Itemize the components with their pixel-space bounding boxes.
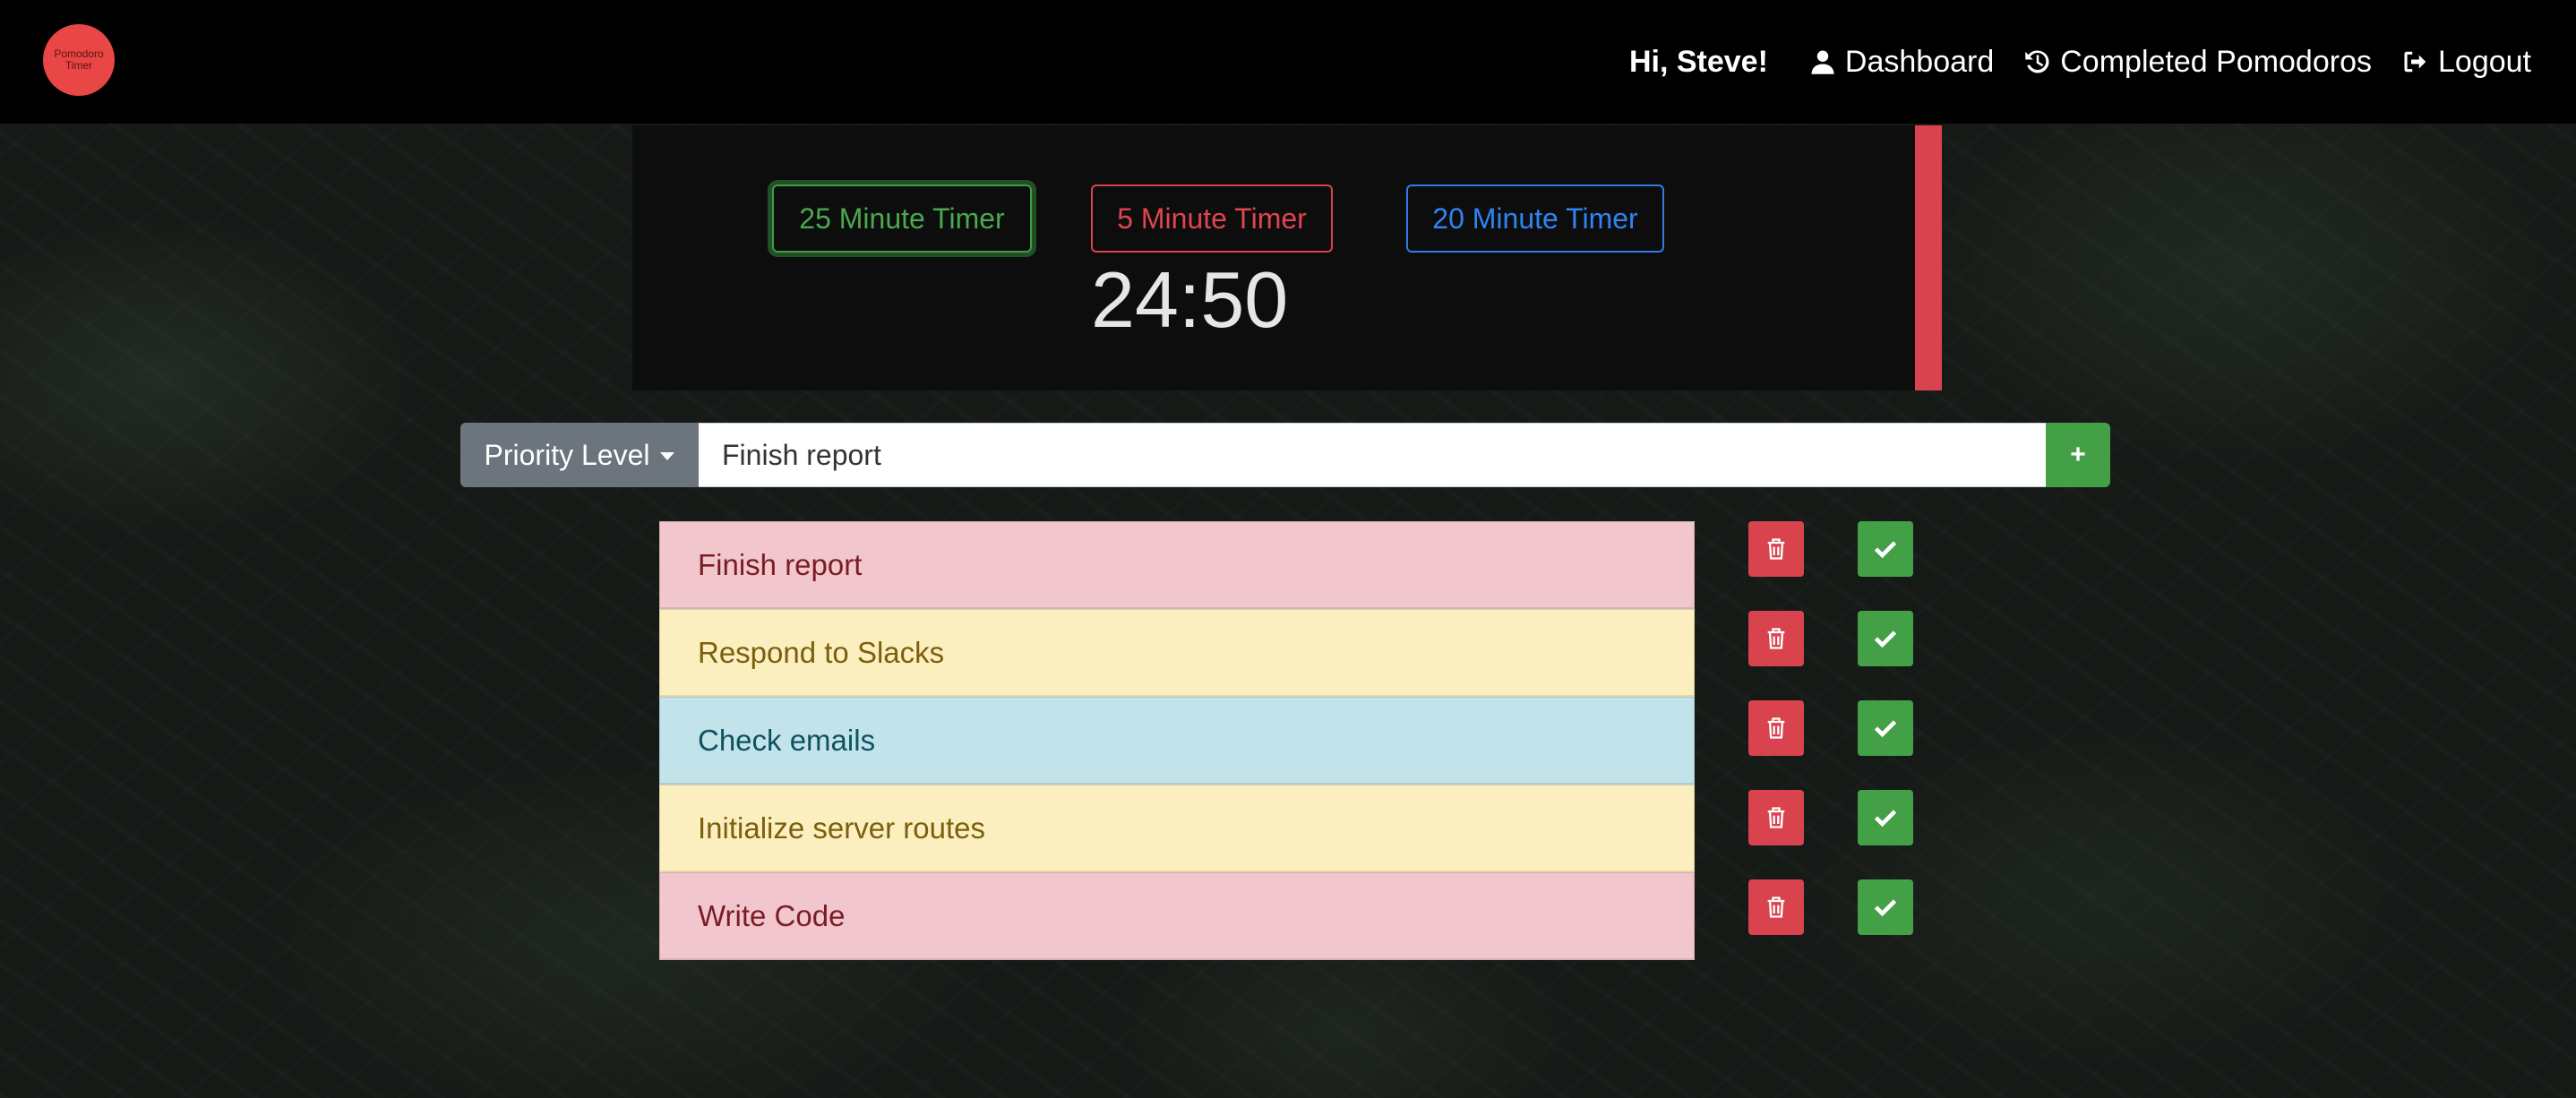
task-item[interactable]: Check emails xyxy=(659,697,1695,785)
nav-link-label: Completed Pomodoros xyxy=(2060,44,2372,79)
task-item[interactable]: Respond to Slacks xyxy=(659,609,1695,697)
complete-task-button[interactable] xyxy=(1858,879,1913,935)
complete-task-button[interactable] xyxy=(1858,790,1913,845)
check-icon xyxy=(1874,810,1897,828)
task-list: Finish report Respond to Slacks Check em… xyxy=(659,521,1695,960)
nav-link-label: Logout xyxy=(2438,44,2531,79)
timer-side-bar xyxy=(1915,125,1942,390)
complete-task-button[interactable] xyxy=(1858,700,1913,756)
timer-5-button[interactable]: 5 Minute Timer xyxy=(1091,184,1333,253)
user-icon xyxy=(1811,50,1834,74)
task-item[interactable]: Finish report xyxy=(659,521,1695,609)
timer-countdown: 24:50 xyxy=(1091,255,1289,344)
priority-level-dropdown[interactable]: Priority Level xyxy=(460,423,699,487)
nav-links: Hi, Steve! Dashboard Completed Pomodoros… xyxy=(1629,0,2531,124)
task-action-row xyxy=(1748,879,1915,969)
trash-icon xyxy=(1767,896,1785,918)
task-text: Write Code xyxy=(698,898,846,932)
task-text: Finish report xyxy=(698,547,863,581)
delete-task-button[interactable] xyxy=(1748,611,1804,666)
caret-down-icon xyxy=(660,451,675,460)
add-task-button[interactable]: + xyxy=(2046,423,2110,487)
check-icon xyxy=(1874,899,1897,917)
task-text: Respond to Slacks xyxy=(698,635,945,669)
trash-icon xyxy=(1767,807,1785,828)
task-action-row xyxy=(1748,521,1915,611)
navbar: Pomodoro Timer Hi, Steve! Dashboard Comp… xyxy=(0,0,2576,124)
logo-text-line2: Timer xyxy=(64,59,93,72)
check-icon xyxy=(1874,720,1897,738)
sign-out-icon xyxy=(2404,51,2426,73)
task-action-row xyxy=(1748,611,1915,700)
delete-task-button[interactable] xyxy=(1748,700,1804,756)
task-action-row xyxy=(1748,700,1915,790)
nav-link-label: Dashboard xyxy=(1844,44,1995,79)
priority-level-label: Priority Level xyxy=(484,438,650,471)
check-icon xyxy=(1874,541,1897,559)
history-icon xyxy=(2025,50,2049,73)
trash-icon xyxy=(1767,538,1785,560)
timer-20-button[interactable]: 20 Minute Timer xyxy=(1406,184,1664,253)
logo[interactable]: Pomodoro Timer xyxy=(43,24,115,96)
task-actions xyxy=(1748,521,1915,969)
task-text: Initialize server routes xyxy=(698,811,985,845)
check-icon xyxy=(1874,630,1897,648)
complete-task-button[interactable] xyxy=(1858,611,1913,666)
task-action-row xyxy=(1748,790,1915,879)
task-text: Check emails xyxy=(698,723,876,757)
delete-task-button[interactable] xyxy=(1748,790,1804,845)
complete-task-button[interactable] xyxy=(1858,521,1913,577)
trash-icon xyxy=(1767,628,1785,649)
task-item[interactable]: Initialize server routes xyxy=(659,785,1695,872)
user-greeting: Hi, Steve! xyxy=(1628,44,1768,79)
delete-task-button[interactable] xyxy=(1748,521,1804,577)
nav-link-logout[interactable]: Logout xyxy=(2402,45,2531,80)
timer-panel: 25 Minute Timer 5 Minute Timer 20 Minute… xyxy=(632,125,1942,390)
delete-task-button[interactable] xyxy=(1748,879,1804,935)
timer-25-button[interactable]: 25 Minute Timer xyxy=(772,184,1032,253)
nav-link-dashboard[interactable]: Dashboard xyxy=(1809,45,1994,80)
task-input-group: Priority Level + xyxy=(460,423,2110,487)
nav-link-completed-pomodoros[interactable]: Completed Pomodoros xyxy=(2024,45,2372,80)
task-input[interactable] xyxy=(699,423,2046,487)
task-item[interactable]: Write Code xyxy=(659,872,1695,960)
trash-icon xyxy=(1767,717,1785,739)
